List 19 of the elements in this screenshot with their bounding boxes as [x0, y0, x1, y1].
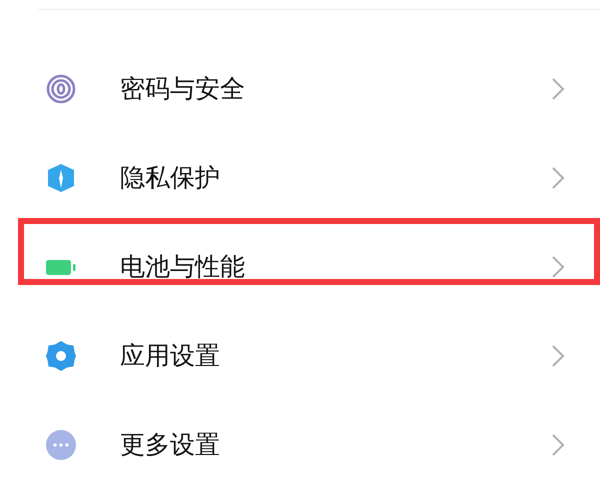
settings-item[interactable]: 密码与安全 [0, 44, 600, 133]
settings-item[interactable]: 更多设置 [0, 400, 600, 480]
fingerprint-icon [45, 72, 77, 104]
chevron-icon [551, 344, 565, 368]
chevron-icon [551, 76, 565, 100]
item-label: 电池与性能 [120, 251, 245, 283]
item-label: 应用设置 [120, 340, 220, 372]
shield-icon [45, 162, 77, 194]
settings-item[interactable]: 应用设置 [0, 311, 600, 400]
item-label: 更多设置 [120, 429, 220, 461]
gear-icon [45, 340, 77, 372]
chevron-icon [551, 432, 565, 456]
chevron-icon [551, 166, 565, 190]
item-label: 隐私保护 [120, 162, 220, 194]
item-label: 密码与安全 [120, 73, 245, 105]
settings-item[interactable]: 隐私保护 [0, 133, 600, 222]
chevron-icon [551, 254, 565, 278]
settings-item[interactable]: 电池与性能 [0, 222, 600, 311]
more-icon [45, 428, 77, 460]
